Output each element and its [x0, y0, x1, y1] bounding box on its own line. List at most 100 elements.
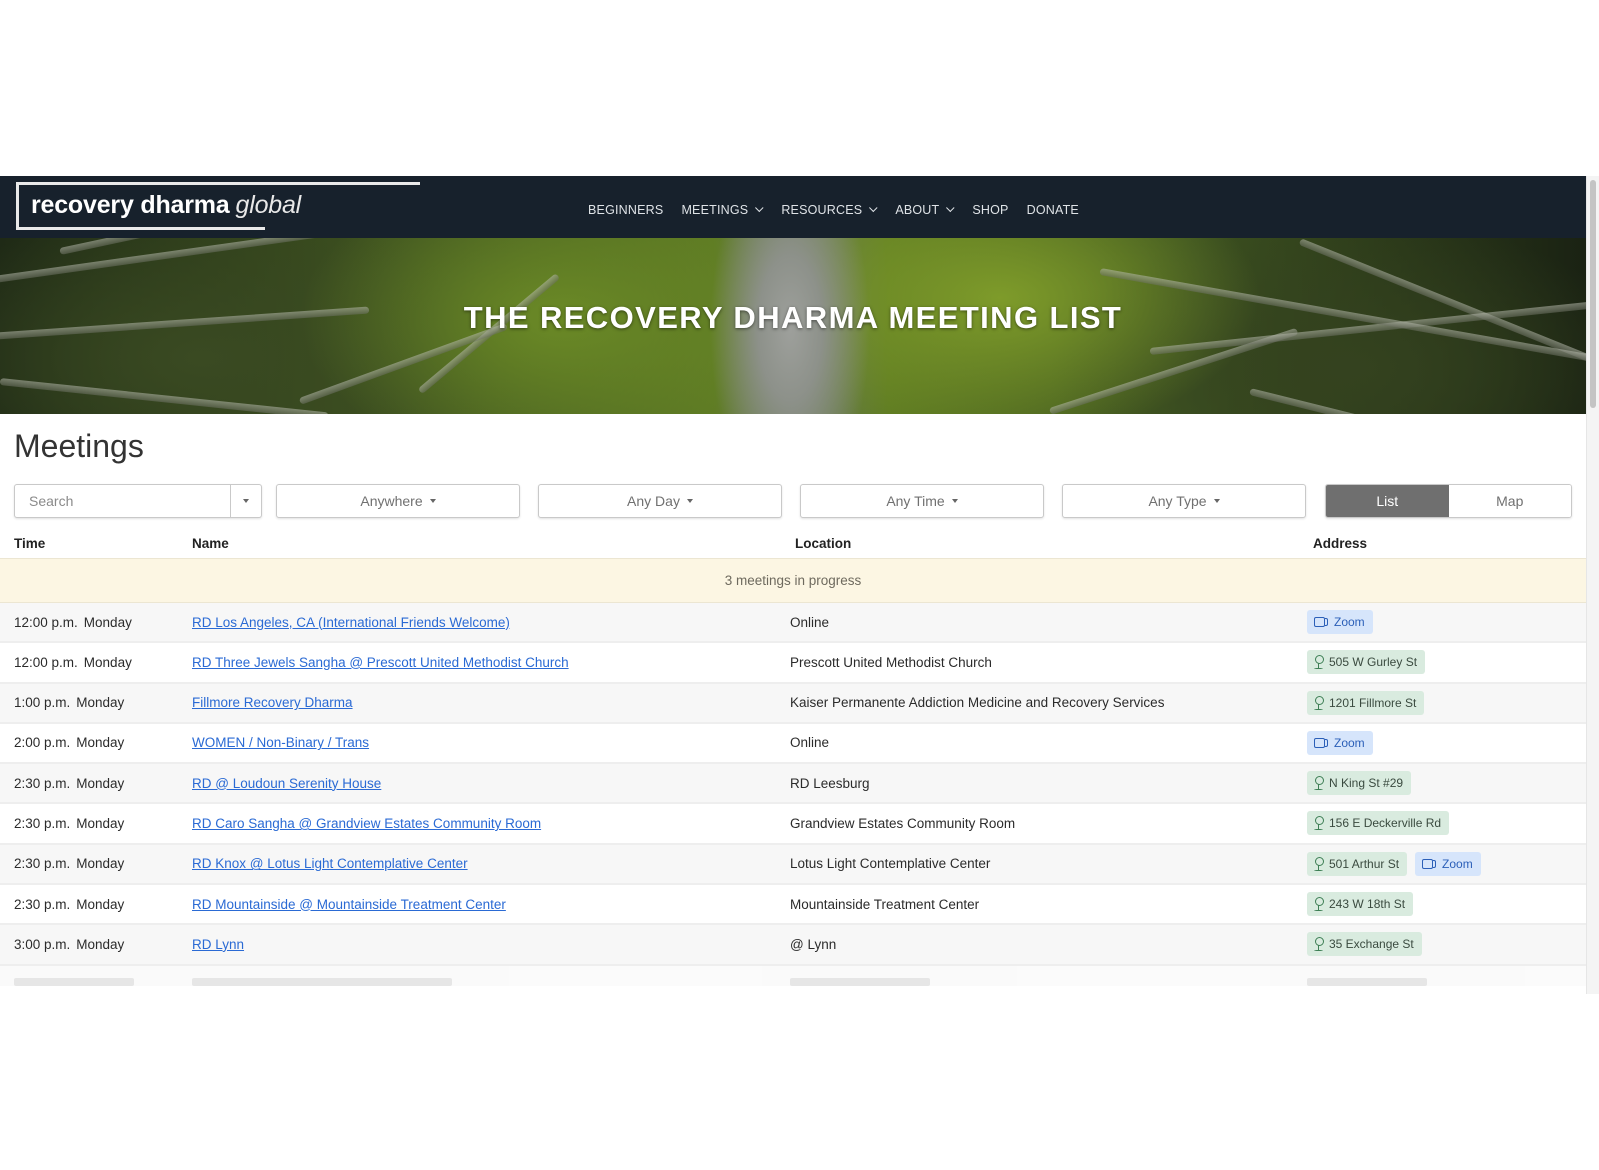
meeting-name-link[interactable]: RD Caro Sangha @ Grandview Estates Commu… [192, 816, 541, 831]
map-pin-icon [1314, 937, 1324, 952]
pin-base [1314, 869, 1323, 871]
badge-label: 501 Arthur St [1329, 856, 1400, 871]
meeting-address-cell: 505 W Gurley St [1307, 643, 1426, 681]
table-row: 2:00 p.m. Monday WOMEN / Non-Binary / Tran… [0, 723, 1586, 765]
address-badge[interactable]: N King St #29 [1307, 771, 1412, 796]
search-mode-dropdown[interactable] [231, 485, 261, 517]
meeting-address-cell: Zoom [1307, 603, 1373, 641]
site-logo[interactable]: recovery dharma global [16, 182, 420, 230]
partial-row-text [14, 977, 134, 986]
column-header-name[interactable]: Name [192, 536, 229, 551]
online-badge[interactable]: Zoom [1307, 610, 1373, 634]
scrollbar-thumb[interactable] [1590, 180, 1596, 408]
nav-item-meetings[interactable]: MEETINGS [681, 203, 764, 217]
meeting-day: Monday [76, 775, 125, 791]
region-dropdown[interactable]: Anywhere [276, 484, 520, 518]
map-pin-icon [1314, 695, 1324, 710]
table-row: 3:00 p.m. Monday RD Lynn @ Lynn 35 Exchange … [0, 925, 1586, 966]
meeting-name-link[interactable]: RD Mountainside @ Mountainside Treatment… [192, 897, 506, 912]
meeting-address-cell: 243 W 18th St [1307, 885, 1414, 923]
address-badge[interactable]: 501 Arthur St [1307, 851, 1408, 876]
meeting-name-link[interactable]: Fillmore Recovery Dharma [192, 695, 353, 710]
address-badge[interactable]: 1201 Fillmore St [1307, 690, 1425, 715]
column-header-location[interactable]: Location [795, 536, 851, 551]
logo-sub: global [235, 191, 302, 219]
nav-item-about[interactable]: ABOUT [895, 203, 955, 217]
address-badge[interactable]: 35 Exchange St [1307, 932, 1422, 957]
meeting-day: Monday [76, 936, 125, 952]
page-scrollbar[interactable] [1586, 176, 1599, 994]
pin-base [1314, 708, 1323, 710]
region-dropdown-label: Anywhere [360, 493, 423, 509]
online-badge[interactable]: Zoom [1307, 730, 1373, 755]
meeting-name-cell: RD Caro Sangha @ Grandview Estates Commu… [192, 804, 541, 842]
meeting-time-cell: 2:30 p.m. Monday [14, 764, 124, 802]
meeting-time-cell: 12:00 p.m. Monday [14, 603, 132, 641]
meeting-address-cell: Zoom [1307, 724, 1373, 762]
meeting-location: Lotus Light Contemplative Center [790, 856, 991, 872]
site-header: recovery dharma global BEGINNERS MEETINGS R… [0, 176, 1586, 238]
caret-down-icon [686, 499, 693, 503]
meeting-day: Monday [76, 896, 125, 912]
meeting-name-link[interactable]: RD Knox @ Lotus Light Contemplative Cent… [192, 856, 468, 871]
column-header-address[interactable]: Address [1313, 536, 1367, 551]
meeting-time-cell: 2:30 p.m. Monday [14, 885, 124, 923]
search-input[interactable] [15, 485, 231, 517]
nav-item-label: ABOUT [895, 203, 940, 217]
online-badge[interactable]: Zoom [1415, 851, 1481, 876]
meeting-name-link[interactable]: RD @ Loudoun Serenity House [192, 776, 381, 791]
logo-main: recovery dharma [31, 191, 230, 219]
map-pin-icon [1314, 776, 1324, 791]
pin-base [1314, 788, 1323, 791]
nav-item-label: DONATE [1026, 203, 1079, 217]
meeting-time: 2:00 p.m. [14, 735, 71, 751]
map-pin-icon [1314, 816, 1324, 831]
meeting-time: 2:30 p.m. [14, 775, 71, 791]
map-pin-icon [1314, 856, 1324, 871]
meeting-table-body: 12:00 p.m. Monday RD Los Angeles, CA (Inte… [0, 603, 1586, 986]
meeting-time: 12:00 p.m. [14, 614, 78, 630]
meeting-day: Monday [76, 856, 125, 872]
in-progress-notice[interactable]: 3 meetings in progress [0, 558, 1586, 603]
nav-item-donate[interactable]: DONATE [1027, 203, 1079, 217]
table-header: Time Name Location Address [0, 528, 1586, 558]
meeting-time-cell: 3:00 p.m. Monday [14, 925, 124, 963]
address-badge[interactable]: 505 W Gurley St [1307, 650, 1426, 675]
nav-item-beginners[interactable]: BEGINNERS [588, 203, 663, 217]
nav-item-shop[interactable]: SHOP [972, 203, 1008, 217]
meeting-name-cell: RD Los Angeles, CA (International Friend… [192, 603, 510, 641]
video-camera-icon [1314, 737, 1329, 748]
meeting-name-link[interactable]: RD Los Angeles, CA (International Friend… [192, 615, 510, 630]
bamboo-stem-decoration [1249, 388, 1586, 414]
nav-item-label: BEGINNERS [588, 203, 664, 217]
meeting-name-cell: RD @ Loudoun Serenity House [192, 764, 381, 802]
meeting-name-cell: RD Three Jewels Sangha @ Prescott United… [192, 643, 569, 681]
column-header-time[interactable]: Time [14, 536, 45, 551]
table-row-partial [0, 965, 1586, 986]
address-badge[interactable]: 243 W 18th St [1307, 892, 1414, 917]
day-dropdown[interactable]: Any Day [538, 484, 782, 518]
badge-label: 505 W Gurley St [1329, 655, 1418, 670]
pin-base [1314, 909, 1323, 912]
address-badge[interactable]: 156 E Deckerville Rd [1307, 811, 1450, 836]
time-dropdown-label: Any Time [886, 493, 945, 509]
meeting-name-link[interactable]: WOMEN / Non-Binary / Trans [192, 735, 369, 750]
time-dropdown[interactable]: Any Time [800, 484, 1044, 518]
view-list-button[interactable]: List [1326, 485, 1449, 517]
meeting-time-cell: 2:30 p.m. Monday [14, 804, 124, 842]
meeting-name-link[interactable]: RD Lynn [192, 937, 244, 952]
type-dropdown-label: Any Type [1148, 493, 1207, 509]
meeting-day: Monday [83, 614, 132, 630]
day-dropdown-label: Any Day [627, 493, 680, 509]
view-map-button[interactable]: Map [1448, 485, 1571, 517]
meeting-address-cell: 156 E Deckerville Rd [1307, 804, 1450, 842]
map-pin-icon [1314, 655, 1324, 670]
meeting-location: RD Leesburg [790, 775, 870, 791]
nav-item-resources[interactable]: RESOURCES [781, 203, 878, 217]
type-dropdown[interactable]: Any Type [1062, 484, 1306, 518]
partial-row-text [192, 977, 452, 986]
meeting-name-cell: RD Mountainside @ Mountainside Treatment… [192, 885, 506, 923]
table-row: 2:30 p.m. Monday RD @ Loudoun Serenity Hou… [0, 764, 1586, 805]
meeting-name-link[interactable]: RD Three Jewels Sangha @ Prescott United… [192, 655, 569, 670]
meeting-day: Monday [76, 815, 125, 831]
